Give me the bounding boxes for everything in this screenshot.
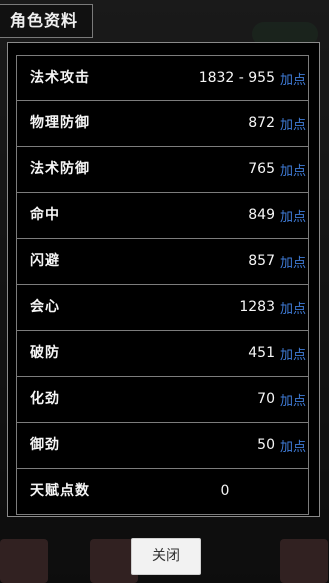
close-button[interactable]: 关闭 xyxy=(131,538,201,575)
attribute-value: 857 xyxy=(248,253,275,269)
attribute-label: 物理防御 xyxy=(30,115,90,131)
attribute-value: 872 xyxy=(248,115,275,131)
attribute-value: 451 xyxy=(248,345,275,361)
attribute-label: 化劲 xyxy=(30,391,60,407)
attribute-label: 天赋点数 xyxy=(30,483,90,499)
attribute-row: 化劲 70 加点 xyxy=(16,377,309,423)
attribute-row: 御劲 50 加点 xyxy=(16,423,309,469)
attribute-label: 法术防御 xyxy=(30,161,90,177)
attribute-value: 1832 - 955 xyxy=(198,70,275,86)
add-point-button[interactable]: 加点 xyxy=(280,195,306,240)
add-point-button[interactable]: 加点 xyxy=(280,379,306,424)
attribute-label: 法术攻击 xyxy=(30,70,90,86)
attribute-label: 会心 xyxy=(30,299,60,315)
panel-title: 角色资料 xyxy=(0,4,94,38)
attribute-value: 0 xyxy=(220,483,230,499)
attribute-row: 法术防御 765 加点 xyxy=(16,147,309,193)
add-point-button[interactable]: 加点 xyxy=(280,149,306,194)
attribute-row: 破防 451 加点 xyxy=(16,331,309,377)
attribute-row: 法术攻击 1832 - 955 加点 xyxy=(16,55,309,101)
attribute-value: 50 xyxy=(257,437,275,453)
character-info-panel: 法术攻击 1832 - 955 加点 物理防御 872 加点 法术防御 765 … xyxy=(7,42,320,517)
attribute-label: 闪避 xyxy=(30,253,60,269)
attribute-value: 70 xyxy=(257,391,275,407)
add-point-button[interactable]: 加点 xyxy=(280,58,306,103)
attribute-row: 会心 1283 加点 xyxy=(16,285,309,331)
add-point-button[interactable]: 加点 xyxy=(280,103,306,148)
attribute-value: 849 xyxy=(248,207,275,223)
attribute-row: 闪避 857 加点 xyxy=(16,239,309,285)
attribute-value: 765 xyxy=(248,161,275,177)
attribute-list: 法术攻击 1832 - 955 加点 物理防御 872 加点 法术防御 765 … xyxy=(16,55,309,515)
attribute-label: 御劲 xyxy=(30,437,60,453)
attribute-label: 命中 xyxy=(30,207,60,223)
attribute-value: 1283 xyxy=(239,299,275,315)
add-point-button[interactable]: 加点 xyxy=(280,287,306,332)
attribute-label: 破防 xyxy=(30,345,60,361)
add-point-button[interactable]: 加点 xyxy=(280,425,306,470)
attribute-row: 命中 849 加点 xyxy=(16,193,309,239)
attribute-row-talent-points: 天赋点数 0 xyxy=(16,469,309,515)
add-point-button[interactable]: 加点 xyxy=(280,241,306,286)
add-point-button[interactable]: 加点 xyxy=(280,333,306,378)
attribute-row: 物理防御 872 加点 xyxy=(16,101,309,147)
